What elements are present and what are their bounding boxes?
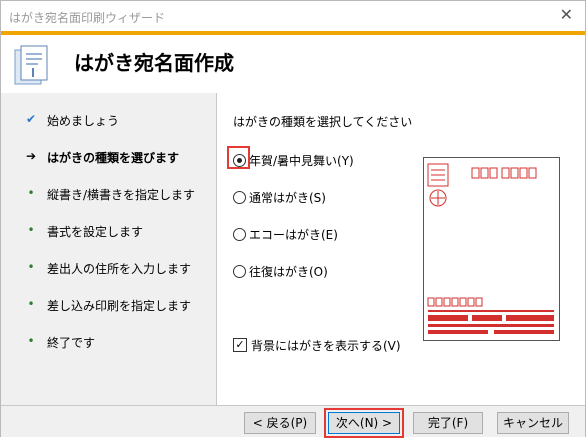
main-panel: はがきの種類を選択してください 年賀/暑中見舞い(Y) 通常はがき(S) エコー… — [217, 93, 585, 405]
back-button[interactable]: < 戻る(P) — [244, 412, 316, 434]
step-label: はがきの種類を選びます — [47, 151, 180, 165]
window-title: はがき宛名面印刷ウィザード — [9, 11, 166, 25]
step-label: 差し込み印刷を指定します — [47, 299, 192, 313]
step-label: 書式を設定します — [47, 225, 144, 239]
wizard-window: はがき宛名面印刷ウィザード ✕ はがき宛名面作成 ✔ 始めましょう ➔ はがきの… — [0, 0, 586, 438]
postcard-preview-image — [427, 163, 554, 334]
step-format: • 書式を設定します — [1, 220, 216, 244]
show-background-checkbox[interactable]: ✓ 背景にはがきを表示する(V) — [233, 335, 433, 355]
bullet-icon: • — [27, 297, 35, 311]
header-banner: はがき宛名面作成 — [1, 31, 585, 93]
arrow-right-icon: ➔ — [25, 149, 37, 163]
postcard-wizard-icon — [14, 45, 48, 85]
radio-label: 年賀/暑中見舞い(Y) — [249, 154, 354, 168]
step-finish: • 終了です — [1, 331, 216, 355]
step-label: 差出人の住所を入力します — [47, 262, 192, 276]
radio-new-year[interactable]: 年賀/暑中見舞い(Y) — [227, 146, 413, 171]
bullet-icon: • — [27, 334, 35, 348]
bullet-icon: • — [27, 223, 35, 237]
button-bar: < 戻る(P) 次へ(N) > 完了(F) キャンセル — [1, 405, 585, 438]
next-button[interactable]: 次へ(N) > — [324, 408, 404, 438]
highlight-box — [324, 408, 404, 438]
radio-circle — [233, 154, 246, 167]
radio-circle — [233, 265, 246, 278]
step-label: 始めましょう — [47, 114, 120, 128]
step-sender-address: • 差出人の住所を入力します — [1, 257, 216, 281]
bullet-icon: • — [27, 186, 35, 200]
radio-label: 通常はがき(S) — [249, 191, 326, 205]
radio-reply[interactable]: 往復はがき(O) — [233, 262, 413, 282]
radio-label: 往復はがき(O) — [249, 265, 328, 279]
step-orientation: • 縦書き/横書きを指定します — [1, 183, 216, 207]
title-bar: はがき宛名面印刷ウィザード ✕ — [1, 1, 585, 31]
step-select-type: ➔ はがきの種類を選びます — [1, 146, 216, 170]
close-icon[interactable]: ✕ — [560, 5, 573, 24]
cancel-button[interactable]: キャンセル — [497, 412, 569, 434]
bullet-icon: • — [27, 260, 35, 274]
step-label: 縦書き/横書きを指定します — [47, 188, 196, 202]
finish-button[interactable]: 完了(F) — [413, 412, 483, 434]
checkmark-icon: ✔ — [25, 112, 37, 126]
steps-panel: ✔ 始めましょう ➔ はがきの種類を選びます • 縦書き/横書きを指定します •… — [1, 93, 217, 405]
radio-circle — [233, 191, 246, 204]
radio-circle — [233, 228, 246, 241]
step-label: 終了です — [47, 336, 96, 350]
step-start: ✔ 始めましょう — [1, 109, 216, 133]
postcard-preview — [423, 157, 560, 341]
radio-echo[interactable]: エコーはがき(E) — [233, 225, 413, 245]
page-title: はがき宛名面作成 — [74, 51, 234, 75]
radio-label: エコーはがき(E) — [249, 228, 338, 242]
step-merge: • 差し込み印刷を指定します — [1, 294, 216, 318]
type-prompt: はがきの種類を選択してください — [233, 115, 413, 129]
radio-normal[interactable]: 通常はがき(S) — [233, 188, 413, 208]
checkbox-box: ✓ — [233, 338, 247, 352]
checkbox-label: 背景にはがきを表示する(V) — [251, 339, 401, 353]
